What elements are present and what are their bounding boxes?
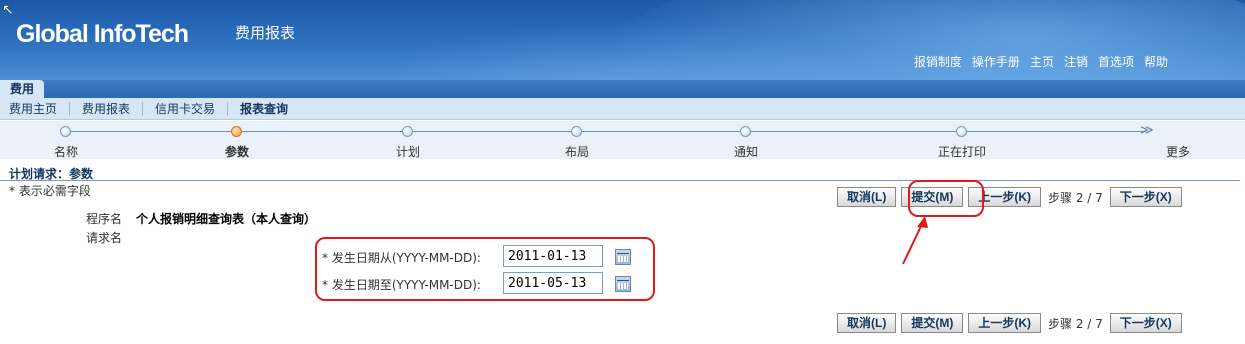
annotation-arrow-icon <box>902 216 928 265</box>
train-stop-notify[interactable] <box>740 126 751 137</box>
tab-expenses[interactable]: 费用 <box>0 80 45 98</box>
subnav-expense-home[interactable]: 费用主页 <box>0 101 71 116</box>
train-label-layout[interactable]: 布局 <box>565 143 589 160</box>
wizard-train: ≫ 名称 参数 计划 布局 通知 正在打印 更多 <box>0 121 1245 159</box>
train-label-notify[interactable]: 通知 <box>734 143 758 160</box>
train-label-name[interactable]: 名称 <box>54 143 78 160</box>
subnav-credit-card[interactable]: 信用卡交易 <box>143 101 229 116</box>
link-help[interactable]: 帮助 <box>1144 53 1168 70</box>
train-stop-name[interactable] <box>60 126 71 137</box>
train-label-printing[interactable]: 正在打印 <box>938 143 986 160</box>
train-line <box>66 131 1146 132</box>
app-title: 费用报表 <box>235 24 296 42</box>
top-button-row: 取消(L) 提交(M) 上一步(K) 步骤 2 / 7 下一步(X) <box>837 187 1182 207</box>
subnav-report-query[interactable]: 报表查询 <box>228 102 300 116</box>
company-logo: Global InfoTech <box>16 20 189 48</box>
mouse-cursor-icon: ↖ <box>2 2 14 18</box>
train-stop-schedule[interactable] <box>402 126 413 137</box>
link-user-manual[interactable]: 操作手册 <box>972 53 1020 70</box>
required-field-note: * 表示必需字段 <box>9 184 91 198</box>
link-home[interactable]: 主页 <box>1030 53 1054 70</box>
bottom-button-row: 取消(L) 提交(M) 上一步(K) 步骤 2 / 7 下一步(X) <box>837 313 1182 333</box>
train-label-schedule[interactable]: 计划 <box>396 143 420 160</box>
submit-button-bottom[interactable]: 提交(M) <box>901 313 964 333</box>
cancel-button-top[interactable]: 取消(L) <box>837 187 897 207</box>
cancel-button-bottom[interactable]: 取消(L) <box>837 313 897 333</box>
header-banner: ↖ Global InfoTech 费用报表 报销制度 操作手册 主页 注销 首… <box>0 0 1245 80</box>
train-stop-layout[interactable] <box>571 126 582 137</box>
title-divider <box>0 180 1240 181</box>
train-label-params: 参数 <box>224 145 250 159</box>
subnav-expense-report[interactable]: 费用报表 <box>70 101 144 116</box>
program-name-value: 个人报销明细查询表（本人查询） <box>136 212 317 226</box>
train-label-more[interactable]: 更多 <box>1166 143 1190 160</box>
tab-bar <box>0 80 1245 98</box>
next-button-top[interactable]: 下一步(X) <box>1109 187 1182 207</box>
program-name-label: 程序名 <box>86 212 123 226</box>
step-indicator-bottom: 步骤 2 / 7 <box>1048 316 1103 331</box>
next-button-bottom[interactable]: 下一步(X) <box>1109 313 1182 333</box>
link-reimbursement-policy[interactable]: 报销制度 <box>914 53 962 70</box>
request-name-label: 请求名 <box>86 231 123 245</box>
global-links: 报销制度 操作手册 主页 注销 首选项 帮助 <box>914 53 1168 70</box>
sub-navigation: 费用主页 费用报表 信用卡交易 报表查询 <box>0 98 1245 120</box>
annotation-date-range-highlight <box>315 237 655 301</box>
train-stop-printing[interactable] <box>956 126 967 137</box>
link-preferences[interactable]: 首选项 <box>1098 53 1134 70</box>
train-stop-params <box>231 126 242 137</box>
train-more-arrow-icon: ≫ <box>1140 123 1154 138</box>
step-indicator-top: 步骤 2 / 7 <box>1048 190 1103 205</box>
link-logout[interactable]: 注销 <box>1064 53 1088 70</box>
back-button-bottom[interactable]: 上一步(K) <box>968 313 1041 333</box>
